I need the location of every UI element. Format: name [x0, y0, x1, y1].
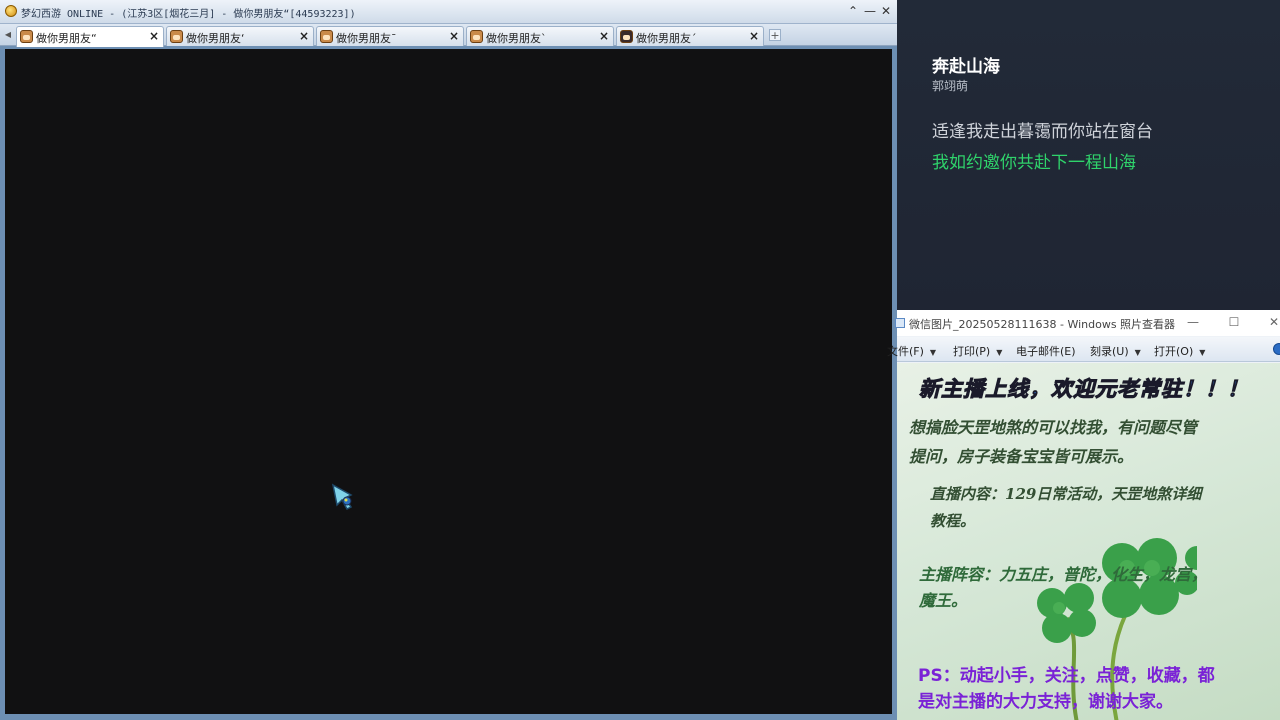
menu-label: 文件(F): [887, 345, 924, 358]
poster-roles-line: 主播阵容：力五庄，普陀，化生，龙宫，: [919, 565, 1208, 584]
poster-intro-line: 提问，房子装备宝宝皆可展示。: [909, 447, 1134, 466]
photo-viewer-app-icon: [895, 318, 905, 328]
tab-close-icon[interactable]: ×: [749, 29, 759, 43]
tab-label: 做你男朋友´: [636, 32, 697, 45]
menu-open[interactable]: 打开(O) ▼: [1154, 343, 1205, 359]
game-app-icon: [5, 5, 17, 17]
menu-label: 打开(O): [1154, 345, 1194, 358]
minimize-button[interactable]: —: [863, 3, 877, 19]
game-cursor-icon: [331, 483, 353, 510]
close-button[interactable]: ✕: [879, 3, 893, 19]
character-avatar-icon: [620, 30, 633, 43]
character-avatar-icon: [20, 30, 33, 43]
lyrics-panel: 奔赴山海 郭翊萌 适逢我走出暮霭而你站在窗台 我如约邀你共赴下一程山海: [897, 0, 1280, 310]
menu-label: 电子邮件(E): [1016, 345, 1076, 358]
song-title: 奔赴山海: [932, 57, 1000, 77]
lyric-line-highlighted: 我如约邀你共赴下一程山海: [932, 153, 1136, 173]
chevron-down-icon: ▼: [929, 348, 937, 357]
lyric-line: 适逢我走出暮霭而你站在窗台: [932, 122, 1153, 142]
add-tab-button[interactable]: +: [769, 29, 781, 41]
poster-ps-line: PS：动起小手，关注，点赞，收藏，都: [918, 666, 1215, 686]
restore-button[interactable]: ⌃: [846, 3, 860, 19]
poster-headline: 新主播上线，欢迎元老常驻！！！: [919, 377, 1249, 402]
game-tabbar: ◀ 做你男朋友“ × 做你男朋友‘ × 做你男朋友¯ × 做你男朋友` × 做你…: [0, 24, 897, 47]
game-titlebar[interactable]: 梦幻西游 ONLINE - (江苏3区[烟花三月] - 做你男朋友“[44593…: [0, 0, 897, 24]
menu-burn[interactable]: 刻录(U) ▼: [1090, 343, 1141, 359]
tab-label: 做你男朋友“: [36, 32, 97, 45]
menu-file[interactable]: 文件(F) ▼: [887, 343, 936, 359]
chevron-down-icon: ▼: [1199, 348, 1206, 357]
poster-roles-line: 魔王。: [919, 591, 968, 610]
tab-close-icon[interactable]: ×: [449, 29, 459, 43]
photo-viewer-maximize-button[interactable]: ☐: [1226, 314, 1242, 330]
photo-viewer-minimize-button[interactable]: —: [1185, 314, 1201, 330]
game-window-title: 梦幻西游 ONLINE - (江苏3区[烟花三月] - 做你男朋友“[44593…: [21, 9, 356, 20]
menu-print[interactable]: 打印(P) ▼: [953, 343, 1002, 359]
character-avatar-icon: [320, 30, 333, 43]
tab-close-icon[interactable]: ×: [149, 29, 159, 43]
tab-close-icon[interactable]: ×: [599, 29, 609, 43]
tab-account-4[interactable]: 做你男朋友` ×: [466, 26, 614, 46]
photo-viewer-titlebar[interactable]: 微信图片_20250528111638 - Windows 照片查看器 — ☐ …: [895, 310, 1280, 336]
tab-account-1[interactable]: 做你男朋友“ ×: [16, 26, 164, 47]
chevron-down-icon: ▼: [996, 348, 1003, 357]
tab-label: 做你男朋友¯: [336, 32, 397, 45]
character-avatar-icon: [170, 30, 183, 43]
game-canvas[interactable]: [5, 49, 892, 714]
photo-viewer-close-button[interactable]: ✕: [1266, 314, 1280, 330]
tab-close-icon[interactable]: ×: [299, 29, 309, 43]
tab-account-2[interactable]: 做你男朋友‘ ×: [166, 26, 314, 46]
menu-label: 刻录(U): [1090, 345, 1129, 358]
song-artist: 郭翊萌: [932, 79, 969, 93]
chevron-down-icon: ▼: [1134, 348, 1141, 357]
help-icon[interactable]: [1273, 343, 1280, 355]
poster-content-line: 直播内容：129日常活动，天罡地煞详细: [930, 485, 1202, 503]
poster-content-line: 教程。: [930, 512, 976, 530]
tab-account-5[interactable]: 做你男朋友´ ×: [616, 26, 764, 46]
poster-ps-line: 是对主播的大力支持，谢谢大家。: [918, 692, 1173, 712]
character-avatar-icon: [470, 30, 483, 43]
game-window: 梦幻西游 ONLINE - (江苏3区[烟花三月] - 做你男朋友“[44593…: [0, 0, 897, 720]
streamer-poster-image: 新主播上线，欢迎元老常驻！！！ 想搞脸天罡地煞的可以找我，有问题尽管 提问，房子…: [897, 363, 1280, 720]
tab-account-3[interactable]: 做你男朋友¯ ×: [316, 26, 464, 46]
tab-label: 做你男朋友‘: [186, 32, 245, 45]
photo-viewer-menubar: 文件(F) ▼ 打印(P) ▼ 电子邮件(E) 刻录(U) ▼ 打开(O) ▼: [887, 337, 1280, 362]
menu-label: 打印(P): [953, 345, 991, 358]
poster-intro-line: 想搞脸天罡地煞的可以找我，有问题尽管: [909, 418, 1198, 437]
menu-email[interactable]: 电子邮件(E): [1016, 343, 1076, 359]
tab-scroll-left-icon[interactable]: ◀: [3, 28, 13, 42]
photo-viewer-title: 微信图片_20250528111638 - Windows 照片查看器: [909, 318, 1176, 331]
photo-viewer-window: 微信图片_20250528111638 - Windows 照片查看器 — ☐ …: [887, 310, 1280, 720]
tab-label: 做你男朋友`: [486, 32, 547, 45]
